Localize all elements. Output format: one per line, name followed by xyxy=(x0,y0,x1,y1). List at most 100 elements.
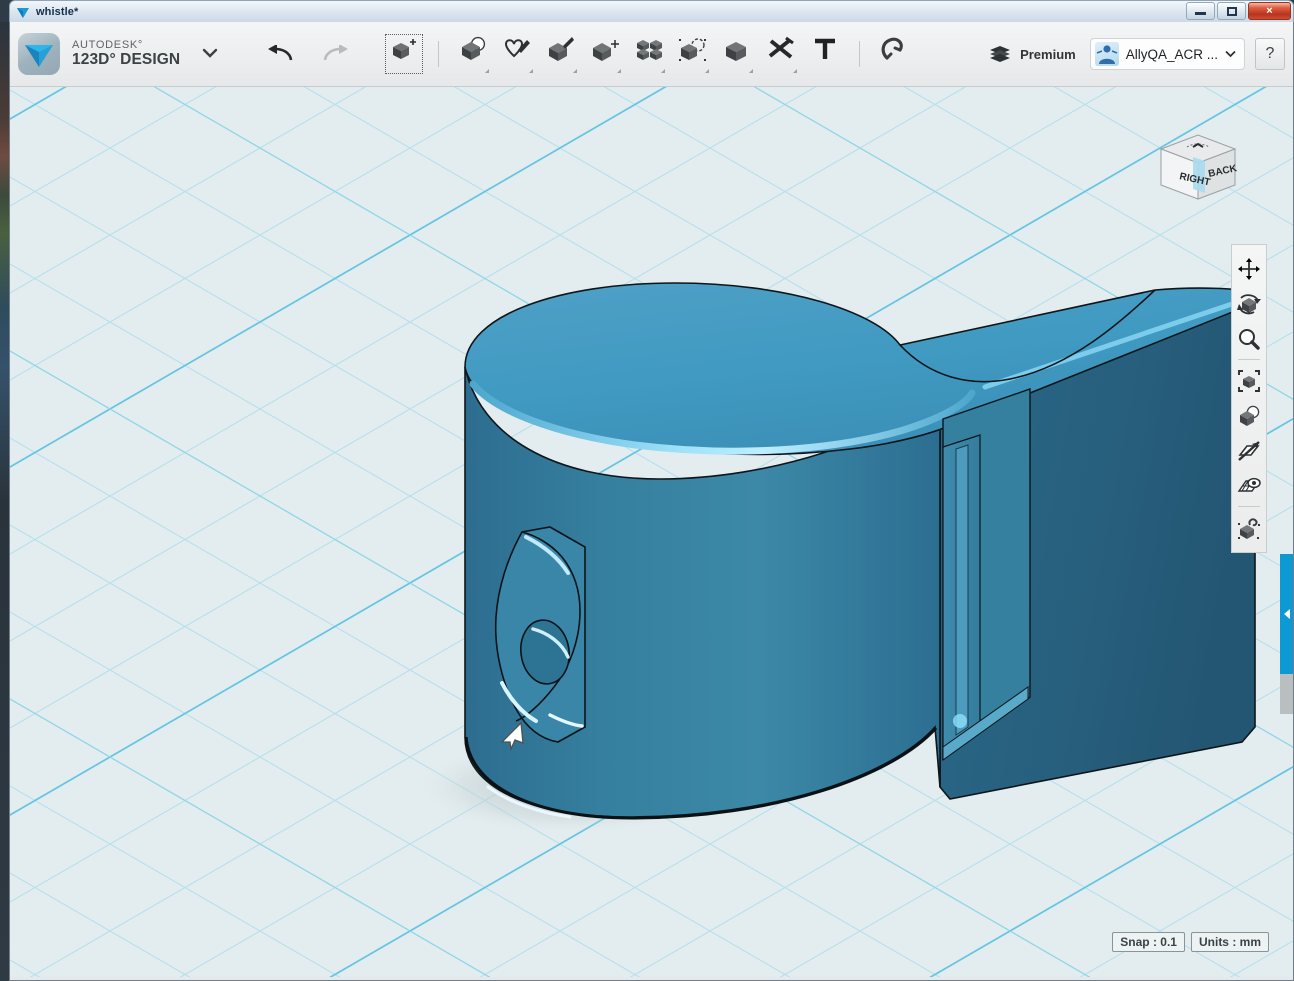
close-icon: × xyxy=(1266,5,1272,17)
shaded-cube-icon xyxy=(1237,404,1261,428)
dropdown-caret-icon xyxy=(661,69,665,73)
cube-sphere-icon xyxy=(458,36,488,62)
pattern-tool-button[interactable] xyxy=(627,31,671,77)
transform-tool-button[interactable] xyxy=(382,31,426,77)
sketch-tool-button[interactable] xyxy=(495,31,539,77)
model-slot-glow xyxy=(953,714,967,728)
dropdown-caret-icon xyxy=(617,69,621,73)
application-window: whistle* × xyxy=(9,0,1294,981)
application-body: AUTODESK° 123D° DESIGN xyxy=(9,22,1294,981)
cube-move-icon xyxy=(389,36,419,62)
help-button[interactable]: ? xyxy=(1255,38,1285,70)
dropdown-caret-icon xyxy=(749,69,753,73)
user-avatar-icon xyxy=(1095,42,1119,66)
view-cube[interactable]: RIGHT BACK xyxy=(1153,127,1243,207)
toolbar-separator xyxy=(859,41,860,67)
dropdown-caret-icon xyxy=(573,69,577,73)
modify-tool-button[interactable] xyxy=(583,31,627,77)
snap-badge[interactable]: Snap : 0.1 xyxy=(1112,932,1185,952)
snap-tool-button[interactable] xyxy=(872,31,916,77)
restore-icon xyxy=(1227,7,1237,16)
window-controls: × xyxy=(1186,2,1291,20)
orbit-cube-icon xyxy=(1237,292,1261,316)
panel-scroll-handle[interactable] xyxy=(1280,674,1293,714)
fit-cube-brackets-icon xyxy=(1237,369,1261,393)
redo-button[interactable] xyxy=(320,41,350,67)
redo-arrow-icon xyxy=(322,45,348,63)
snap-settings-button[interactable] xyxy=(1232,510,1266,545)
close-button[interactable]: × xyxy=(1248,2,1291,20)
sketch-pencil-icon xyxy=(502,36,532,62)
cube-move-icon xyxy=(590,36,620,62)
chevron-down-icon xyxy=(1225,50,1236,58)
model-slot-channel xyxy=(956,445,968,735)
appbar-right-group: Premium AllyQA_ACR ... xyxy=(989,38,1293,70)
undo-arrow-icon xyxy=(268,45,294,63)
history-buttons xyxy=(266,41,350,67)
collapse-panel-tab[interactable] xyxy=(1280,554,1293,674)
desktop-edge-strip xyxy=(0,22,9,981)
layers-stack-icon xyxy=(989,44,1011,64)
cube-select-icon xyxy=(678,36,708,62)
measure-tool-button[interactable] xyxy=(759,31,803,77)
account-menu[interactable]: AllyQA_ACR ... xyxy=(1090,38,1245,70)
dropdown-caret-icon xyxy=(485,69,489,73)
premium-badge[interactable]: Premium xyxy=(989,44,1076,64)
display-style-button[interactable] xyxy=(1232,398,1266,433)
zoom-tool-button[interactable] xyxy=(1232,321,1266,356)
grouping-tool-button[interactable] xyxy=(671,31,715,77)
grid-eye-icon xyxy=(1237,474,1261,498)
autodesk-123d-logo-icon xyxy=(18,33,60,75)
orbit-tool-button[interactable] xyxy=(1232,286,1266,321)
account-name: AllyQA_ACR ... xyxy=(1126,47,1218,62)
restore-button[interactable] xyxy=(1217,2,1246,20)
magnifier-icon xyxy=(1238,328,1260,350)
brand-line-product: 123D° DESIGN xyxy=(72,52,180,69)
hide-plane-icon xyxy=(1237,439,1261,463)
grid-view-button[interactable] xyxy=(1232,468,1266,503)
chevron-down-icon xyxy=(202,48,218,58)
brand-line-autodesk: AUTODESK° xyxy=(72,40,180,52)
premium-label: Premium xyxy=(1020,47,1076,62)
text-tool-button[interactable] xyxy=(803,31,847,77)
magnet-icon xyxy=(879,36,909,62)
text-T-icon xyxy=(810,36,840,62)
brand-text: AUTODESK° 123D° DESIGN xyxy=(72,40,180,69)
pattern-grid-icon xyxy=(634,36,664,62)
tool-buttons xyxy=(382,31,916,77)
toolbar-separator xyxy=(438,41,439,67)
snap-value: Snap : 0.1 xyxy=(1120,935,1177,949)
cube-solid-icon xyxy=(722,36,752,62)
fit-to-view-button[interactable] xyxy=(1232,363,1266,398)
units-badge[interactable]: Units : mm xyxy=(1191,932,1269,952)
visibility-button[interactable] xyxy=(1232,433,1266,468)
title-bar: whistle* × xyxy=(9,0,1294,22)
dropdown-caret-icon xyxy=(793,69,797,73)
viewport-3d[interactable]: RIGHT BACK xyxy=(10,87,1293,980)
pan-tool-button[interactable] xyxy=(1232,251,1266,286)
minimize-icon xyxy=(1195,12,1206,15)
left-arrow-icon xyxy=(1284,609,1290,619)
four-way-arrows-icon xyxy=(1238,258,1260,280)
combine-tool-button[interactable] xyxy=(715,31,759,77)
autodesk-123d-logo-icon xyxy=(16,5,30,19)
app-toolbar: AUTODESK° 123D° DESIGN xyxy=(10,22,1293,87)
nav-separator xyxy=(1238,506,1260,507)
minimize-button[interactable] xyxy=(1186,2,1215,20)
snap-cube-icon xyxy=(1237,516,1261,540)
brand-area: AUTODESK° 123D° DESIGN xyxy=(10,33,218,75)
whistle-body[interactable] xyxy=(10,87,1293,980)
primitives-tool-button[interactable] xyxy=(451,31,495,77)
cube-extrude-icon xyxy=(546,36,576,62)
dropdown-caret-icon xyxy=(529,69,533,73)
nav-toolbar xyxy=(1231,244,1267,553)
main-menu-button[interactable] xyxy=(202,45,218,63)
help-label: ? xyxy=(1266,45,1275,63)
window-bottom-edge xyxy=(10,977,1293,980)
status-bar: Snap : 0.1 Units : mm xyxy=(1112,932,1269,952)
undo-button[interactable] xyxy=(266,41,296,67)
construct-tool-button[interactable] xyxy=(539,31,583,77)
units-value: Units : mm xyxy=(1199,935,1261,949)
dropdown-caret-icon xyxy=(705,69,709,73)
measure-cross-icon xyxy=(766,36,796,62)
